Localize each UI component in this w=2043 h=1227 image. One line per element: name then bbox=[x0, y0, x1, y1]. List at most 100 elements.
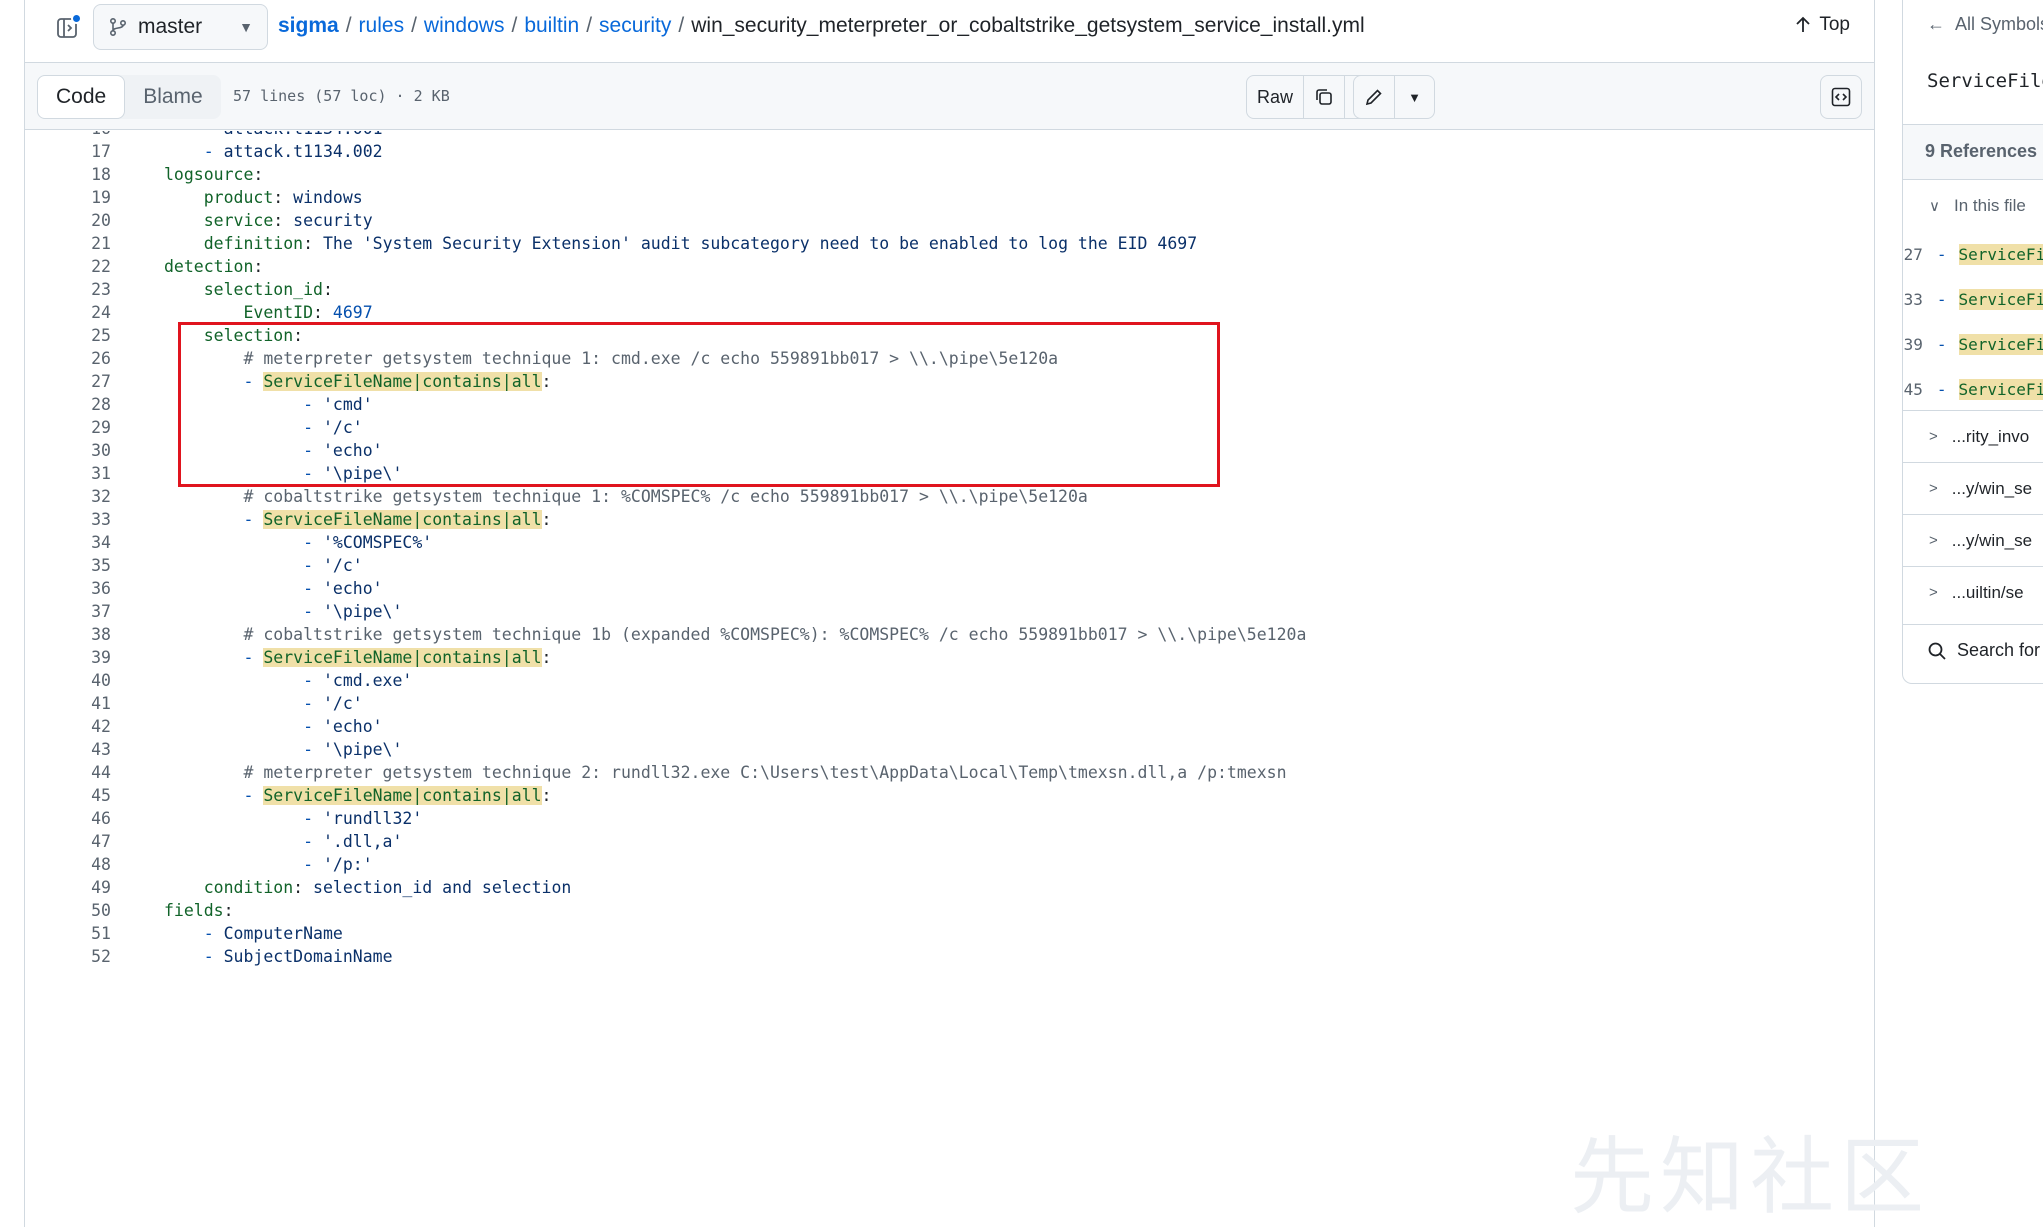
tab-code[interactable]: Code bbox=[37, 75, 126, 119]
raw-button[interactable]: Raw bbox=[1247, 76, 1303, 118]
line-code: - '.dll,a' bbox=[303, 832, 403, 851]
scroll-to-top-button[interactable]: Top bbox=[1795, 14, 1850, 36]
line-code: product: windows bbox=[203, 188, 363, 207]
breadcrumb-link-windows[interactable]: windows bbox=[424, 14, 505, 37]
code-line: 41 - '/c' bbox=[25, 692, 1874, 715]
line-code: - 'echo' bbox=[303, 579, 383, 598]
line-number[interactable]: 21 bbox=[25, 234, 111, 253]
reference-file-group[interactable]: > ...uiltin/se bbox=[1903, 566, 2043, 618]
copy-button[interactable] bbox=[1303, 76, 1344, 118]
line-number[interactable]: 39 bbox=[25, 648, 111, 667]
chevron-right-icon: > bbox=[1929, 480, 1938, 497]
reference-dash: - bbox=[1936, 380, 1947, 399]
line-number[interactable]: 28 bbox=[25, 395, 111, 414]
line-number[interactable]: 26 bbox=[25, 349, 111, 368]
symbol-reference-row[interactable]: 27-ServiceFileName bbox=[1903, 232, 2043, 277]
reference-file-group[interactable]: > ...rity_invo bbox=[1903, 410, 2043, 462]
line-code: selection: bbox=[203, 326, 304, 345]
line-number[interactable]: 19 bbox=[25, 188, 111, 207]
symbol-reference-row[interactable]: 39-ServiceFileName bbox=[1903, 322, 2043, 367]
code-line: 18 logsource: bbox=[25, 163, 1874, 186]
search-for-symbol-button[interactable]: Search for bbox=[1903, 624, 2043, 676]
code-line: 42 - 'echo' bbox=[25, 715, 1874, 738]
edit-options-button[interactable]: ▼ bbox=[1394, 76, 1434, 118]
branch-selector-button[interactable]: master ▼ bbox=[93, 4, 268, 50]
line-number[interactable]: 36 bbox=[25, 579, 111, 598]
line-number[interactable]: 29 bbox=[25, 418, 111, 437]
line-number[interactable]: 49 bbox=[25, 878, 111, 897]
line-code: - '/c' bbox=[303, 556, 363, 575]
symbol-reference-row[interactable]: 33-ServiceFileName bbox=[1903, 277, 2043, 322]
line-code: selection_id: bbox=[203, 280, 333, 299]
line-number[interactable]: 34 bbox=[25, 533, 111, 552]
reference-file-group[interactable]: > ...y/win_se bbox=[1903, 514, 2043, 566]
line-number[interactable]: 40 bbox=[25, 671, 111, 690]
breadcrumb-link-security[interactable]: security bbox=[599, 14, 671, 37]
line-number[interactable]: 33 bbox=[25, 510, 111, 529]
line-number[interactable]: 37 bbox=[25, 602, 111, 621]
code-content: 16 - attack.t1134.00117 - attack.t1134.0… bbox=[25, 131, 1874, 1227]
code-line: 28 - 'cmd' bbox=[25, 393, 1874, 416]
all-symbols-link[interactable]: ← All Symbols bbox=[1927, 14, 2043, 35]
breadcrumb-repo-link[interactable]: sigma bbox=[278, 14, 339, 37]
line-number[interactable]: 24 bbox=[25, 303, 111, 322]
code-line: 31 - '\pipe\' bbox=[25, 462, 1874, 485]
file-tree-toggle-button[interactable] bbox=[49, 13, 85, 43]
line-code: - attack.t1134.001 bbox=[164, 131, 383, 138]
code-line: 47 - '.dll,a' bbox=[25, 830, 1874, 853]
code-line: 43 - '\pipe\' bbox=[25, 738, 1874, 761]
reference-line-number: 33 bbox=[1903, 290, 1923, 309]
line-code: # meterpreter getsystem technique 1: cmd… bbox=[243, 349, 1059, 368]
line-number[interactable]: 23 bbox=[25, 280, 111, 299]
line-number[interactable]: 31 bbox=[25, 464, 111, 483]
line-code: condition: selection_id and selection bbox=[203, 878, 572, 897]
reference-dash: - bbox=[1936, 245, 1947, 264]
file-toolbar: Code Blame 57 lines (57 loc) · 2 KB Raw … bbox=[25, 62, 1874, 130]
line-code: - '\pipe\' bbox=[303, 602, 403, 621]
line-number[interactable]: 22 bbox=[25, 257, 111, 276]
symbol-reference-row[interactable]: 45-ServiceFileName bbox=[1903, 367, 2043, 412]
code-line: 40 - 'cmd.exe' bbox=[25, 669, 1874, 692]
line-number[interactable]: 32 bbox=[25, 487, 111, 506]
pencil-icon bbox=[1365, 89, 1382, 106]
reference-file-name: ...y/win_se bbox=[1951, 478, 2033, 498]
line-number[interactable]: 45 bbox=[25, 786, 111, 805]
line-code: - '/c' bbox=[303, 694, 363, 713]
line-number[interactable]: 47 bbox=[25, 832, 111, 851]
line-number[interactable]: 38 bbox=[25, 625, 111, 644]
edit-group: ▼ bbox=[1353, 75, 1435, 119]
line-number[interactable]: 16 bbox=[25, 131, 111, 138]
breadcrumb-link-builtin[interactable]: builtin bbox=[524, 14, 579, 37]
line-number[interactable]: 52 bbox=[25, 947, 111, 966]
line-number[interactable]: 43 bbox=[25, 740, 111, 759]
line-number[interactable]: 44 bbox=[25, 763, 111, 782]
line-number[interactable]: 27 bbox=[25, 372, 111, 391]
line-number[interactable]: 41 bbox=[25, 694, 111, 713]
breadcrumb-link-rules[interactable]: rules bbox=[359, 14, 405, 37]
line-number[interactable]: 17 bbox=[25, 142, 111, 161]
line-number[interactable]: 51 bbox=[25, 924, 111, 943]
line-number[interactable]: 20 bbox=[25, 211, 111, 230]
line-number[interactable]: 35 bbox=[25, 556, 111, 575]
line-code: fields: bbox=[164, 901, 234, 920]
line-number[interactable]: 30 bbox=[25, 441, 111, 460]
line-number[interactable]: 18 bbox=[25, 165, 111, 184]
line-number[interactable]: 50 bbox=[25, 901, 111, 920]
code-view-panel: master ▼ sigma / rules / windows / builtin / sec… bbox=[24, 0, 1875, 1227]
tab-blame[interactable]: Blame bbox=[125, 75, 221, 119]
reference-text: ServiceFileName bbox=[1958, 334, 2043, 355]
line-number[interactable]: 42 bbox=[25, 717, 111, 736]
chevron-down-icon: ▼ bbox=[239, 19, 253, 35]
code-line: 23 selection_id: bbox=[25, 278, 1874, 301]
in-this-file-label: In this file bbox=[1953, 196, 2026, 215]
line-code: - 'cmd.exe' bbox=[303, 671, 413, 690]
edit-button[interactable] bbox=[1354, 76, 1394, 118]
reference-file-group[interactable]: > ...y/win_se bbox=[1903, 462, 2043, 514]
code-line: 32 # cobaltstrike getsystem technique 1:… bbox=[25, 485, 1874, 508]
code-line: 51 - ComputerName bbox=[25, 922, 1874, 945]
line-number[interactable]: 48 bbox=[25, 855, 111, 874]
line-number[interactable]: 25 bbox=[25, 326, 111, 345]
symbols-panel-button[interactable] bbox=[1820, 75, 1862, 119]
in-this-file-toggle[interactable]: ∨ In this file bbox=[1903, 180, 2043, 232]
line-number[interactable]: 46 bbox=[25, 809, 111, 828]
